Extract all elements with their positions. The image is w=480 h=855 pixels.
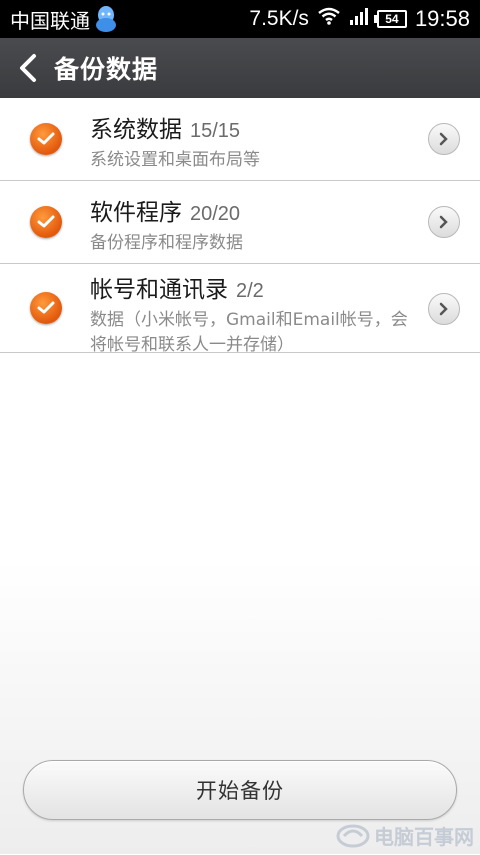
item-title: 系统数据 <box>90 117 182 143</box>
status-bar: 中国联通 7.5K/s 54 19:58 <box>0 0 480 38</box>
item-count: 15/15 <box>190 120 241 142</box>
page-title: 备份数据 <box>54 55 159 84</box>
list-item-apps[interactable]: 软件程序 20/20 备份程序和程序数据 <box>0 181 480 264</box>
item-title: 软件程序 <box>90 200 182 226</box>
list-item-system-data[interactable]: 系统数据 15/15 系统设置和桌面布局等 <box>0 98 480 181</box>
item-title: 帐号和通讯录 <box>90 277 228 303</box>
network-speed: 7.5K/s <box>249 7 309 30</box>
back-arrow-icon[interactable] <box>6 38 50 98</box>
qq-icon <box>94 5 118 33</box>
battery-icon: 54 <box>373 10 407 28</box>
chevron-right-icon[interactable] <box>428 293 460 325</box>
clock: 19:58 <box>414 6 470 31</box>
carrier-label: 中国联通 <box>10 10 90 33</box>
wifi-icon <box>317 7 341 31</box>
checkbox-checked-icon[interactable] <box>30 292 62 324</box>
start-backup-button[interactable]: 开始备份 <box>23 760 457 820</box>
watermark-logo-icon <box>336 822 370 850</box>
backup-item-list: 系统数据 15/15 系统设置和桌面布局等 软件程序 20/20 备份程序和程序… <box>0 98 480 355</box>
item-subtitle: 备份程序和程序数据 <box>90 233 243 253</box>
signal-icon <box>349 7 369 31</box>
checkbox-checked-icon[interactable] <box>30 206 62 238</box>
chevron-right-icon[interactable] <box>428 206 460 238</box>
checkbox-checked-icon[interactable] <box>30 123 62 155</box>
chevron-right-icon[interactable] <box>428 123 460 155</box>
watermark-text: 电脑百事网 <box>374 825 474 849</box>
title-bar: 备份数据 <box>0 38 480 99</box>
item-subtitle: 系统设置和桌面布局等 <box>90 150 260 170</box>
item-subtitle: 数据（小米帐号，Gmail和Email帐号，会将帐号和联系人一并存储） <box>90 310 408 355</box>
watermark: 电脑百事网 <box>336 821 474 850</box>
item-count: 2/2 <box>236 280 264 302</box>
item-count: 20/20 <box>190 203 241 225</box>
list-item-accounts-contacts[interactable]: 帐号和通讯录 2/2 数据（小米帐号，Gmail和Email帐号，会将帐号和联系… <box>0 264 480 355</box>
